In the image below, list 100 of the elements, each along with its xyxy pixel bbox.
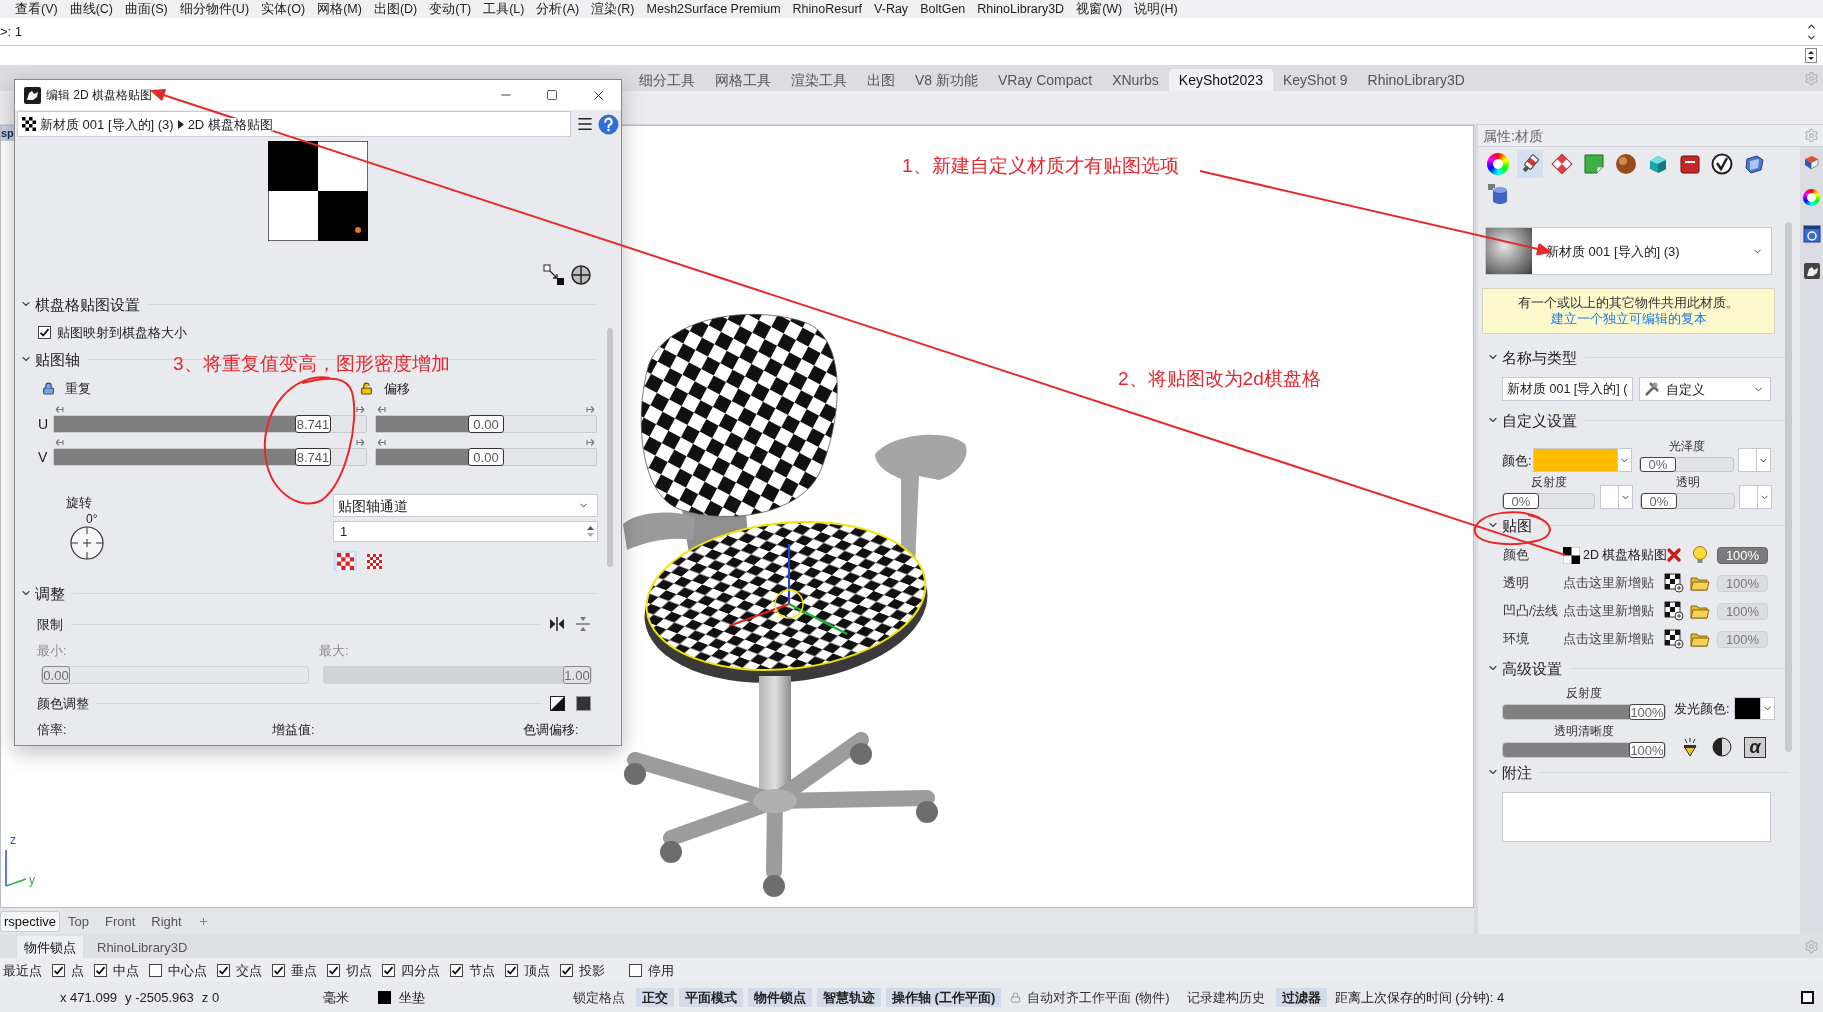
status-toggle[interactable]: 平面模式 [679, 987, 743, 1007]
toolbar-tab[interactable]: 渲染工具 [781, 69, 857, 91]
add-texture-icon[interactable] [1664, 601, 1684, 621]
arrow-right-icon[interactable] [356, 437, 365, 447]
menu-item[interactable]: RhinoResurf [792, 2, 863, 16]
arrow-left-icon[interactable] [55, 404, 64, 414]
menu-item[interactable]: 曲面(S) [125, 2, 168, 16]
solid-square-icon[interactable] [576, 695, 591, 711]
invert-icon[interactable] [550, 695, 565, 711]
resize-arrow-icon[interactable] [543, 264, 565, 286]
flip-horizontal-icon[interactable] [549, 616, 565, 632]
alpha-button[interactable]: α [1744, 736, 1766, 758]
app-logo-icon[interactable] [1802, 262, 1821, 280]
status-toggle[interactable]: 物件锁点 [748, 987, 812, 1007]
menu-item[interactable]: 渲染(R) [591, 2, 635, 16]
window-icon[interactable] [1802, 225, 1821, 243]
color-swatch[interactable] [1600, 485, 1619, 509]
checkbox[interactable] [450, 963, 463, 977]
toolbar-tab[interactable]: V8 新功能 [905, 69, 988, 91]
menu-item[interactable]: 查看(V) [15, 2, 58, 16]
rotation-dial[interactable] [70, 526, 104, 560]
add-texture-icon[interactable] [1664, 629, 1684, 649]
layer-color-swatch[interactable] [378, 990, 391, 1004]
section-header[interactable]: 棋盘格贴图设置 [20, 296, 140, 312]
crosshair-icon[interactable] [571, 265, 591, 285]
notes-field[interactable] [1502, 792, 1771, 842]
checkbox[interactable] [149, 963, 162, 977]
viewport-tab[interactable]: Front [97, 910, 144, 932]
value-field[interactable]: 8.741 [294, 415, 331, 433]
menu-item[interactable]: V-Ray [874, 2, 909, 16]
color-swatch[interactable] [1738, 448, 1757, 472]
command-input[interactable] [0, 46, 1823, 65]
arrow-right-icon[interactable] [356, 404, 365, 414]
slider-track[interactable]: 0% [1502, 493, 1595, 509]
menu-item[interactable]: BoltGen [920, 2, 966, 16]
slider-track[interactable]: 0% [1640, 493, 1735, 509]
layer-name[interactable]: 坐垫 [399, 990, 425, 1004]
value-field[interactable]: 100% [1629, 742, 1665, 758]
slider-track[interactable]: 8.741 [53, 415, 367, 433]
value-field[interactable]: 0% [1641, 493, 1677, 509]
channel-dropdown[interactable]: 贴图轴通道 [333, 494, 598, 517]
menu-item[interactable]: 分析(A) [536, 2, 580, 16]
toolbar-tab[interactable]: RhinoLibrary3D [1357, 69, 1475, 91]
color-ring-icon[interactable] [1803, 189, 1820, 206]
status-toggle[interactable]: 正交 [636, 987, 674, 1007]
amount-field[interactable]: 100% [1717, 546, 1768, 564]
color-swatch[interactable] [1733, 697, 1761, 720]
status-toggle[interactable]: 过滤器 [1275, 987, 1327, 1007]
status-toggle[interactable]: 锁定格点 [567, 987, 631, 1007]
toolbar-tab[interactable]: 出图 [857, 69, 905, 91]
status-toggle[interactable]: 自动对齐工作平面 (物件) [1021, 987, 1176, 1007]
panel-tab[interactable]: RhinoLibrary3D [90, 936, 195, 958]
tool-button[interactable] [1517, 150, 1543, 178]
value-field[interactable]: 0% [1640, 457, 1676, 472]
add-texture-link[interactable]: 点击这里新增贴 [1563, 632, 1654, 646]
add-texture-link[interactable]: 点击这里新增贴 [1563, 576, 1654, 590]
toolbar-tab[interactable]: VRay Compact [988, 69, 1103, 91]
menu-item[interactable]: 视窗(W) [1076, 2, 1123, 16]
channel-number-field[interactable]: 1 [333, 521, 598, 542]
toolbar-tab[interactable]: KeyShot2023 [1168, 69, 1273, 91]
slider-track[interactable]: 100% [1502, 742, 1666, 758]
checkbox[interactable] [38, 325, 51, 339]
spinner-icon[interactable] [585, 523, 596, 540]
view-toggle-button[interactable] [333, 551, 357, 571]
status-toggle[interactable]: 记录建构历史 [1180, 987, 1271, 1007]
checkbox[interactable] [629, 963, 642, 977]
toolbar-tab[interactable]: KeyShot 9 [1272, 69, 1358, 91]
section-header[interactable]: 高级设置 [1487, 660, 1562, 676]
menu-item[interactable]: 工具(L) [483, 2, 525, 16]
menu-icon[interactable] [576, 115, 595, 133]
checkbox[interactable] [505, 963, 518, 977]
status-toggle[interactable]: 操作轴 (工作平面) [886, 987, 1002, 1007]
status-toggle[interactable]: 智慧轨迹 [817, 987, 881, 1007]
section-header[interactable]: 贴图 [1487, 517, 1532, 533]
compress-icon[interactable] [575, 616, 591, 632]
checkbox[interactable] [272, 963, 285, 977]
contrast-icon[interactable] [1712, 737, 1732, 757]
toolbar-tab[interactable]: 网格工具 [705, 69, 781, 91]
slider-track[interactable]: 100% [1502, 704, 1666, 720]
viewport-tab[interactable]: rspective [0, 910, 61, 932]
texture-name[interactable]: 2D 棋盘格贴图 [1583, 548, 1668, 562]
checkbox[interactable] [382, 963, 395, 977]
material-selector[interactable]: 新材质 001 [导入的] (3) [1485, 227, 1772, 275]
block-icon[interactable] [1803, 154, 1820, 171]
value-field[interactable]: 0.00 [468, 448, 504, 466]
add-texture-icon[interactable] [1664, 573, 1684, 593]
section-header[interactable]: 附注 [1487, 764, 1532, 780]
slider-track[interactable]: 0.00 [375, 415, 597, 433]
arrow-left-icon[interactable] [55, 437, 64, 447]
color-swatch[interactable] [1533, 448, 1618, 472]
menu-item[interactable]: RhinoLibrary3D [977, 2, 1065, 16]
menu-item[interactable]: 变动(T) [429, 2, 472, 16]
scrollbar[interactable] [607, 328, 613, 567]
menu-item[interactable]: 细分物件(U) [179, 2, 250, 16]
section-header[interactable]: 自定义设置 [1487, 412, 1577, 428]
add-viewport-icon[interactable] [197, 915, 209, 927]
menu-item[interactable]: 曲线(C) [69, 2, 114, 16]
type-dropdown[interactable]: 自定义 [1639, 377, 1771, 401]
section-header[interactable]: 贴图轴 [20, 351, 80, 367]
panel-tab[interactable]: 物件锁点 [17, 936, 83, 958]
